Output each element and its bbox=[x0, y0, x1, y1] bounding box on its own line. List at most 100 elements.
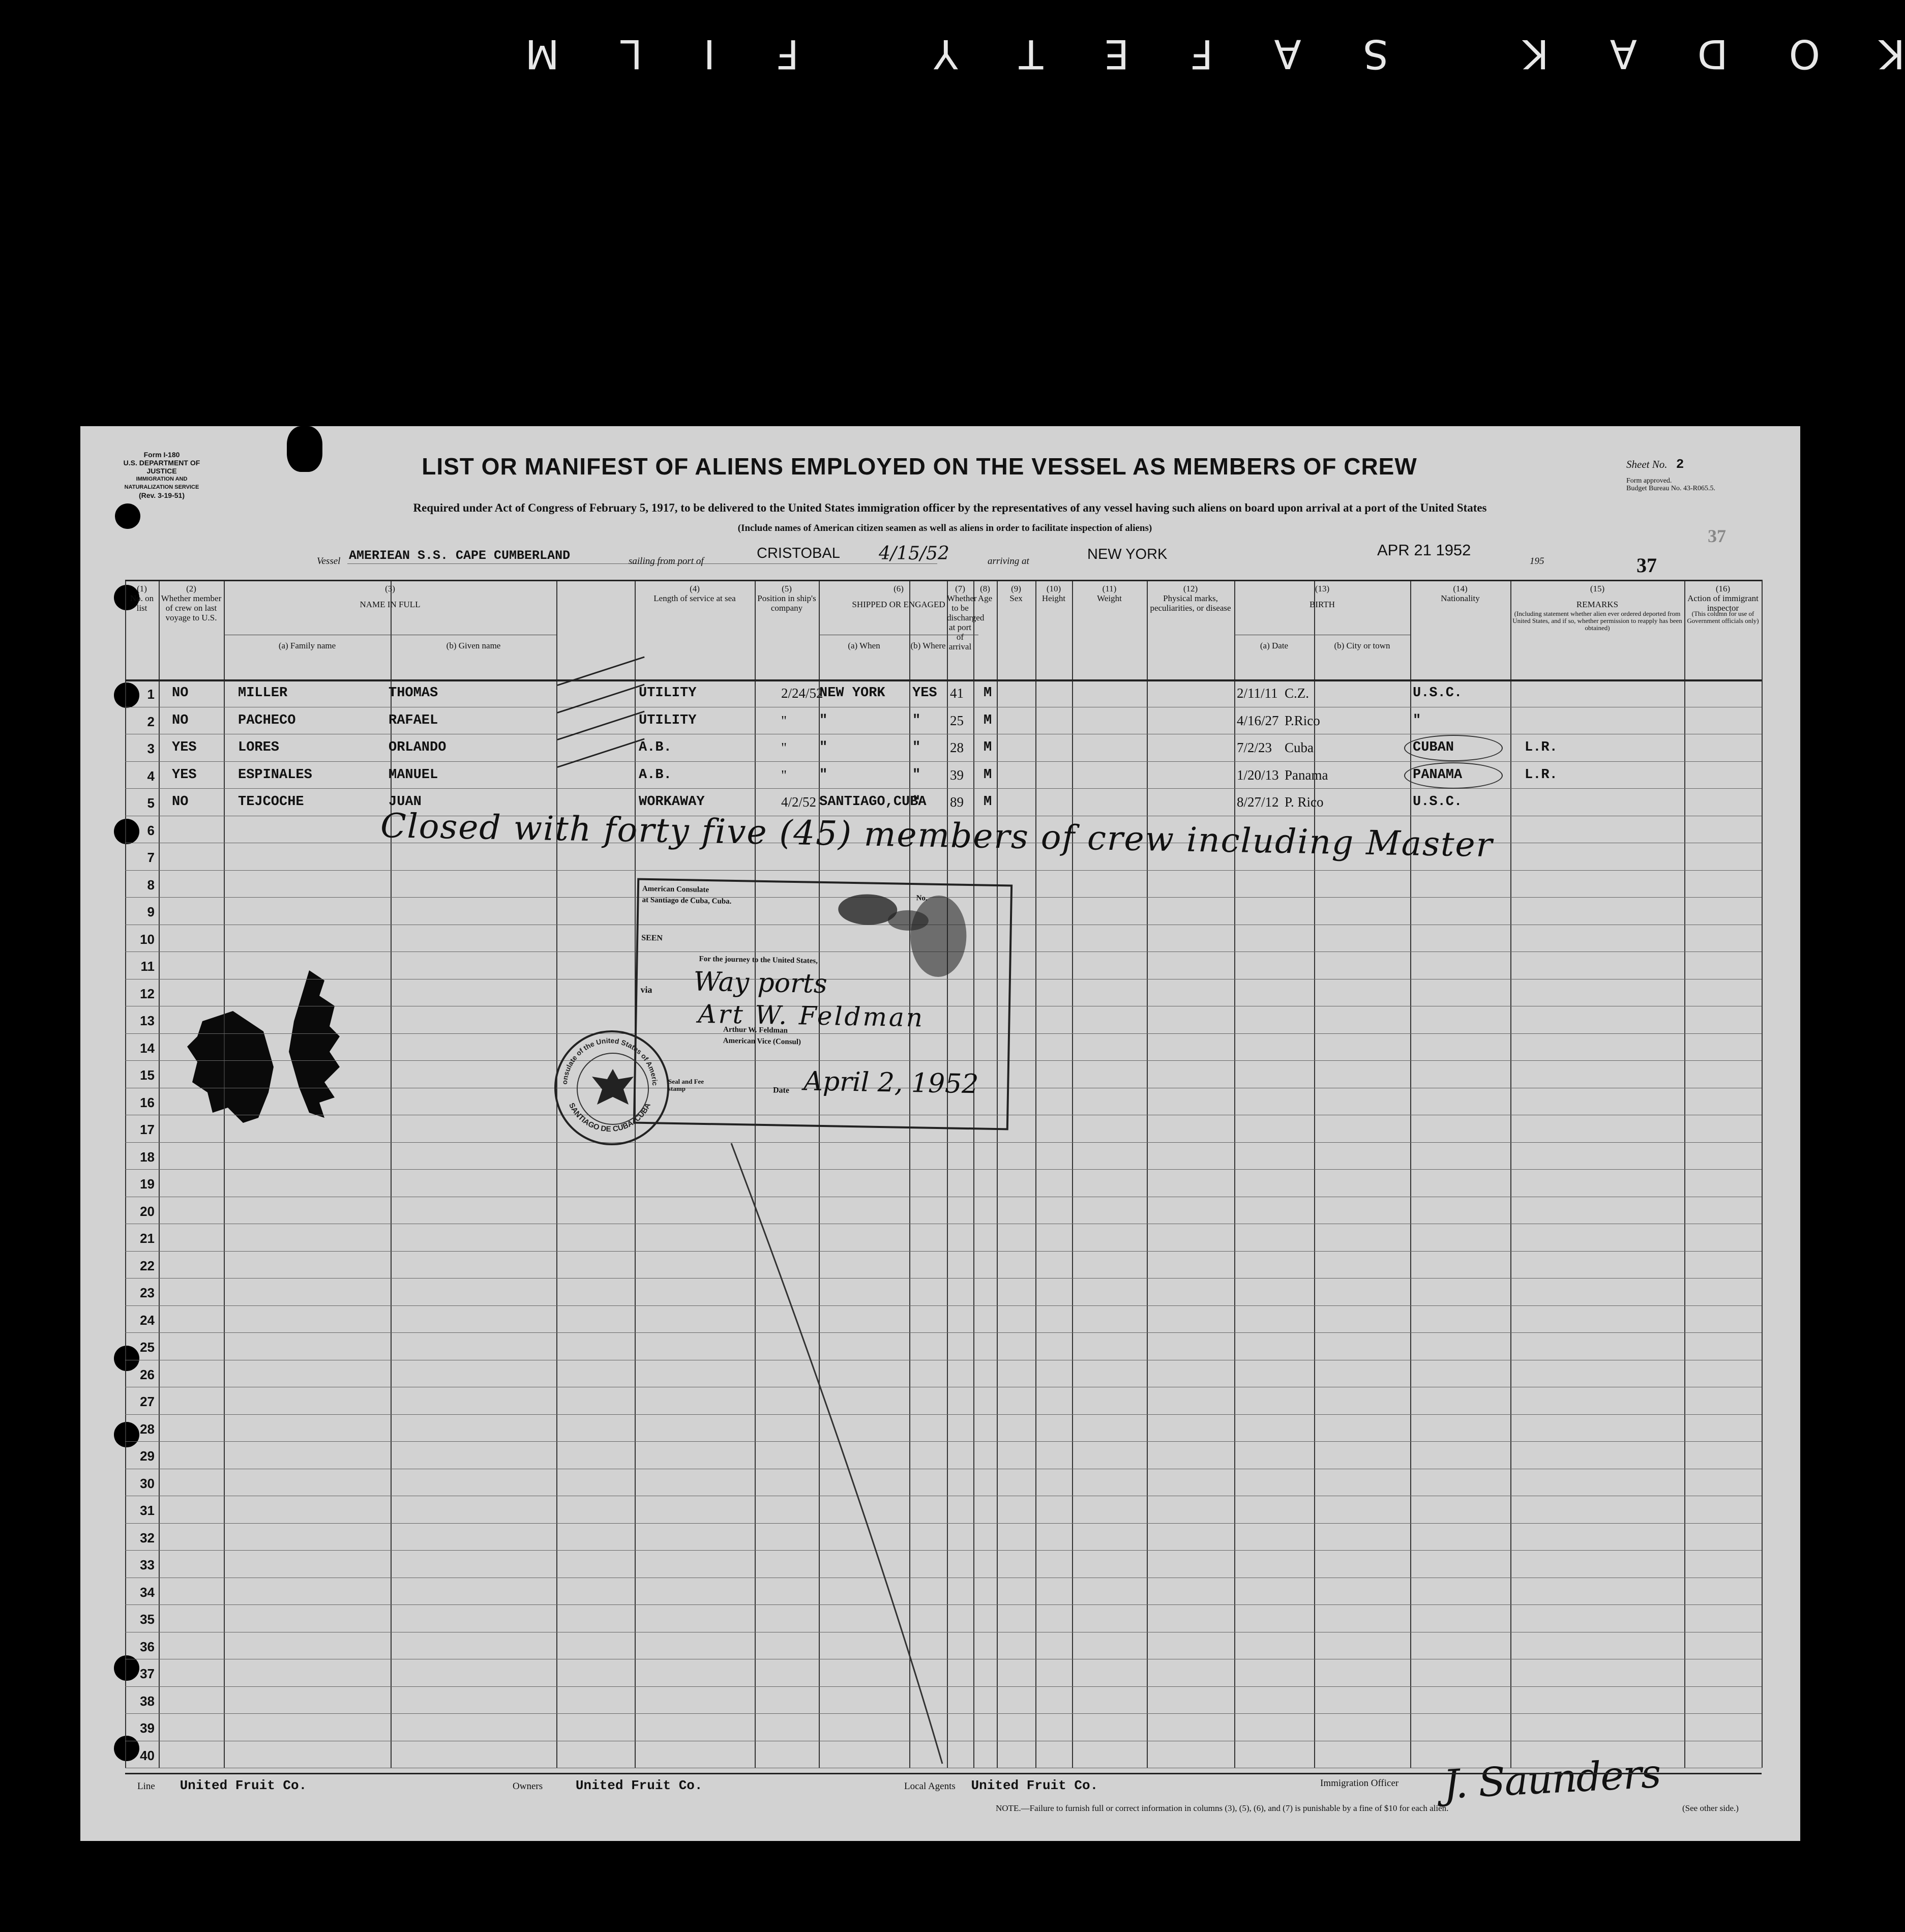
cell-given: RAFAEL bbox=[389, 712, 438, 728]
column-header: (12) Physical marks, peculiarities, or di… bbox=[1147, 584, 1234, 613]
cell-family: MILLER bbox=[238, 686, 288, 701]
visa-seen: SEEN bbox=[641, 933, 663, 943]
row-number: 24 bbox=[140, 1312, 155, 1328]
row-number: 19 bbox=[140, 1176, 155, 1192]
row-number: 32 bbox=[140, 1530, 155, 1545]
header-bottom-rule bbox=[125, 679, 1762, 681]
row-number: 35 bbox=[140, 1612, 155, 1627]
visa-date-label: Date bbox=[772, 1086, 790, 1095]
cell-birth-place: C.Z. bbox=[1285, 686, 1309, 701]
column-label: Age bbox=[977, 593, 993, 603]
visa-via-label: via bbox=[640, 984, 652, 995]
column-rule bbox=[997, 580, 998, 1768]
row-number: 14 bbox=[140, 1040, 155, 1056]
cell-birth-date: 4/16/27 bbox=[1237, 712, 1279, 728]
owners-value: United Fruit Co. bbox=[575, 1778, 703, 1793]
column-header: (15) REMARKS bbox=[1510, 584, 1684, 609]
cell-discharged: " bbox=[912, 767, 921, 783]
row-number: 1 bbox=[147, 687, 155, 702]
manifest-sheet: Form I-180 U.S. DEPARTMENT OF JUSTICE IM… bbox=[80, 426, 1800, 1841]
column-header: (2) Whether member of crew on last voyage… bbox=[159, 584, 224, 622]
column-header: (7) Whether to be discharged at port of a… bbox=[947, 584, 984, 651]
column-number: (10) bbox=[1046, 584, 1061, 593]
visa-journey: For the journey to the United States, bbox=[699, 955, 818, 965]
cell-where: " bbox=[819, 740, 828, 755]
column-label: Weight bbox=[1097, 593, 1122, 603]
cell-birth-place: Panama bbox=[1285, 767, 1328, 783]
column-label: REMARKS bbox=[1576, 600, 1619, 609]
sailing-label: sailing from port of bbox=[629, 556, 704, 567]
column-rule bbox=[1072, 580, 1073, 1768]
row-number: 9 bbox=[147, 904, 155, 919]
arrival-date: APR 21 1952 bbox=[1377, 541, 1471, 559]
row-number: 6 bbox=[147, 822, 155, 838]
owners-label: Owners bbox=[513, 1781, 543, 1792]
footer-note: NOTE.—Failure to furnish full or correct… bbox=[996, 1803, 1449, 1813]
sailing-date: 4/15/52 bbox=[879, 543, 949, 564]
row-number: 5 bbox=[147, 795, 155, 811]
row-number: 2 bbox=[147, 714, 155, 729]
cell-age: 89 bbox=[950, 794, 964, 810]
cell-last-voyage: YES bbox=[172, 767, 197, 783]
column-label: (b) City or town bbox=[1334, 641, 1390, 650]
cell-sex: M bbox=[984, 767, 992, 783]
row-number: 3 bbox=[147, 741, 155, 756]
see-other-side: (See other side.) bbox=[1682, 1803, 1739, 1813]
cell-remarks: L.R. bbox=[1525, 767, 1558, 783]
cell-given: THOMAS bbox=[389, 686, 438, 701]
row-number: 30 bbox=[140, 1475, 155, 1491]
column-label: (a) Date bbox=[1260, 641, 1289, 650]
row-number: 31 bbox=[140, 1503, 155, 1518]
column-rule bbox=[1147, 580, 1148, 1768]
form-id: Form I-180 bbox=[143, 451, 180, 459]
column-rule bbox=[973, 580, 974, 1768]
line-value: United Fruit Co. bbox=[180, 1778, 307, 1793]
cell-where: NEW YORK bbox=[819, 686, 885, 701]
column-label: Position in ship's company bbox=[757, 593, 816, 613]
arriving-label: arriving at bbox=[988, 556, 1029, 567]
cell-birth-place: Cuba bbox=[1285, 740, 1314, 755]
cell-when: " bbox=[781, 767, 787, 783]
column-header: (11) Weight bbox=[1072, 584, 1147, 603]
cell-given: ORLANDO bbox=[389, 740, 447, 755]
column-rule bbox=[391, 580, 392, 1768]
row-rule bbox=[125, 870, 1762, 871]
cell-birth-date: 2/11/11 bbox=[1237, 686, 1278, 701]
cell-discharged: " bbox=[912, 794, 921, 810]
arriving-port: NEW YORK bbox=[1087, 546, 1168, 562]
seal-fee-label: Seal and Fee stamp bbox=[668, 1078, 704, 1092]
cell-where: SANTIAGO,CUBA bbox=[819, 794, 927, 810]
column-number: (7) bbox=[955, 584, 965, 593]
cell-sex: M bbox=[984, 794, 992, 810]
cell-age: 39 bbox=[950, 767, 964, 783]
cell-family: LORES bbox=[238, 740, 280, 755]
stamp-smudge bbox=[838, 894, 967, 977]
sailing-port: CRISTOBAL bbox=[757, 545, 840, 561]
cell-family: TEJCOCHE bbox=[238, 794, 304, 810]
cell-family: ESPINALES bbox=[238, 767, 312, 783]
column-header: (b) Where bbox=[909, 641, 947, 650]
check-mark bbox=[557, 656, 645, 686]
cell-sex: M bbox=[984, 712, 992, 728]
consul-title: American Vice (Consul) bbox=[723, 1036, 801, 1047]
row-number: 15 bbox=[140, 1067, 155, 1083]
nationality-circle bbox=[1404, 735, 1503, 761]
column-number: (11) bbox=[1102, 584, 1117, 593]
cell-age: 41 bbox=[950, 686, 964, 701]
pencil-line bbox=[730, 1143, 943, 1764]
column-number: (8) bbox=[980, 584, 990, 593]
column-rule bbox=[159, 580, 160, 1768]
column-label: Length of service at sea bbox=[653, 593, 736, 603]
check-mark bbox=[557, 710, 645, 740]
cell-position: A.B. bbox=[639, 767, 672, 783]
column-label: Physical marks, peculiarities, or diseas… bbox=[1150, 593, 1231, 613]
row-number: 12 bbox=[140, 986, 155, 1001]
cell-age: 28 bbox=[950, 740, 964, 755]
row-number: 4 bbox=[147, 768, 155, 784]
cell-sex: M bbox=[984, 686, 992, 701]
column-number: (15) bbox=[1590, 584, 1605, 593]
row-number: 40 bbox=[140, 1747, 155, 1763]
row-number: 23 bbox=[140, 1285, 155, 1300]
visa-date-handwritten: April 2, 1952 bbox=[803, 1066, 979, 1100]
row-number: 8 bbox=[147, 877, 155, 893]
